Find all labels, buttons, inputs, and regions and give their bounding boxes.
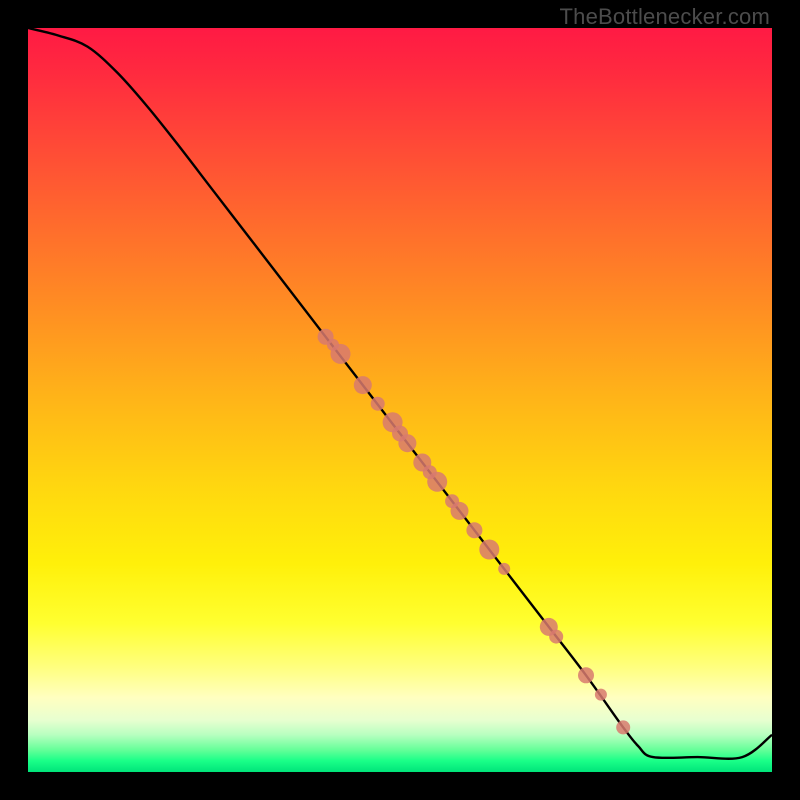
data-point (549, 630, 563, 644)
data-point (466, 522, 482, 538)
data-points-group (318, 329, 631, 735)
data-point (427, 472, 447, 492)
chart-svg (28, 28, 772, 772)
data-point (354, 376, 372, 394)
data-point (479, 540, 499, 560)
data-point (616, 720, 630, 734)
data-point (398, 434, 416, 452)
data-point (498, 563, 510, 575)
chart-frame: TheBottlenecker.com (0, 0, 800, 800)
data-point (371, 397, 385, 411)
data-point (578, 667, 594, 683)
data-point (595, 689, 607, 701)
data-point (451, 502, 469, 520)
bottleneck-curve (28, 28, 772, 759)
watermark-text: TheBottlenecker.com (560, 4, 770, 30)
data-point (331, 344, 351, 364)
